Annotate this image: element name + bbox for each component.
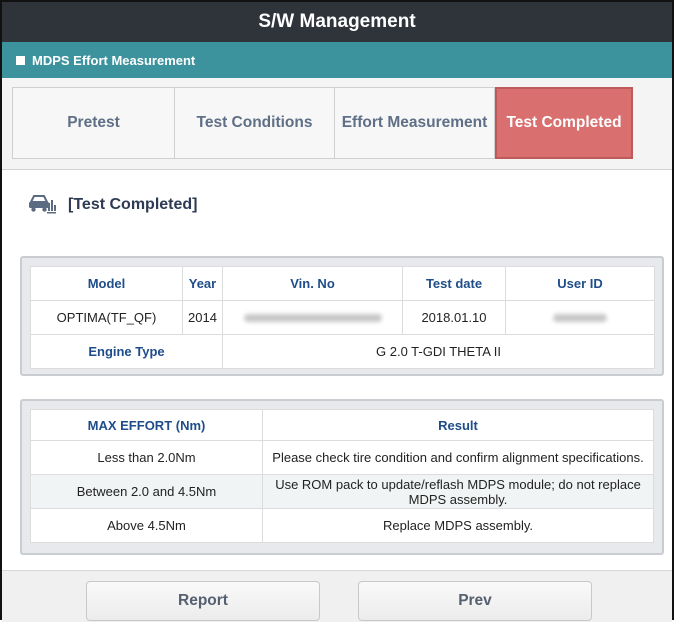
effort-range: Above 4.5Nm <box>30 508 263 543</box>
result-panel: MAX EFFORT (Nm) Result Less than 2.0Nm P… <box>20 399 664 555</box>
effort-range: Less than 2.0Nm <box>30 440 263 475</box>
column-header-model: Model <box>30 266 183 301</box>
effort-result-table: MAX EFFORT (Nm) Result Less than 2.0Nm P… <box>30 409 654 543</box>
effort-range: Between 2.0 and 4.5Nm <box>30 474 263 509</box>
app-window: S/W Management MDPS Effort Measurement P… <box>0 0 674 622</box>
model-value: OPTIMA(TF_QF) <box>30 300 183 335</box>
section-header: MDPS Effort Measurement <box>2 42 672 78</box>
tab-test-completed[interactable]: Test Completed <box>495 87 633 159</box>
table-row: Engine Type G 2.0 T-GDI THETA II <box>30 334 655 369</box>
page-title: [Test Completed] <box>68 195 198 213</box>
table-row: Less than 2.0Nm Please check tire condit… <box>30 440 654 475</box>
engine-type-value: G 2.0 T-GDI THETA II <box>222 334 655 369</box>
column-header-test-date: Test date <box>402 266 506 301</box>
column-header-user-id: User ID <box>505 266 655 301</box>
column-header-max-effort: MAX EFFORT (Nm) <box>30 409 263 441</box>
column-header-result: Result <box>262 409 654 441</box>
table-header-row: Model Year Vin. No Test date User ID <box>30 266 655 301</box>
section-title: MDPS Effort Measurement <box>32 52 196 68</box>
table-header-row: MAX EFFORT (Nm) Result <box>30 409 654 441</box>
tab-pretest[interactable]: Pretest <box>12 87 175 159</box>
year-value: 2014 <box>182 300 223 335</box>
column-header-year: Year <box>182 266 223 301</box>
page-heading: [Test Completed] <box>28 190 197 219</box>
table-row: Above 4.5Nm Replace MDPS assembly. <box>30 508 654 543</box>
vehicle-info-panel: Model Year Vin. No Test date User ID OPT… <box>20 256 664 376</box>
result-text: Replace MDPS assembly. <box>262 508 654 543</box>
car-chart-icon <box>28 190 56 219</box>
tab-test-conditions[interactable]: Test Conditions <box>175 87 335 159</box>
table-row: Between 2.0 and 4.5Nm Use ROM pack to up… <box>30 474 654 509</box>
vin-value-redacted <box>222 300 403 335</box>
window-title: S/W Management <box>2 2 672 42</box>
tab-effort-measurement[interactable]: Effort Measurement <box>335 87 495 159</box>
square-bullet-icon <box>16 55 25 65</box>
table-row: OPTIMA(TF_QF) 2014 2018.01.10 <box>30 300 655 335</box>
step-tabs: Pretest Test Conditions Effort Measureme… <box>2 78 672 170</box>
vehicle-info-table: Model Year Vin. No Test date User ID OPT… <box>30 266 655 369</box>
result-text: Please check tire condition and confirm … <box>262 440 654 475</box>
engine-type-label: Engine Type <box>30 334 223 369</box>
report-button[interactable]: Report <box>86 581 320 621</box>
prev-button[interactable]: Prev <box>358 581 592 621</box>
main-content: [Test Completed] Model Year Vin. No Test… <box>2 170 672 620</box>
result-text: Use ROM pack to update/reflash MDPS modu… <box>262 474 654 509</box>
column-header-vin: Vin. No <box>222 266 403 301</box>
footer-bar: Report Prev <box>2 570 672 622</box>
user-id-value-redacted <box>505 300 655 335</box>
test-date-value: 2018.01.10 <box>402 300 506 335</box>
